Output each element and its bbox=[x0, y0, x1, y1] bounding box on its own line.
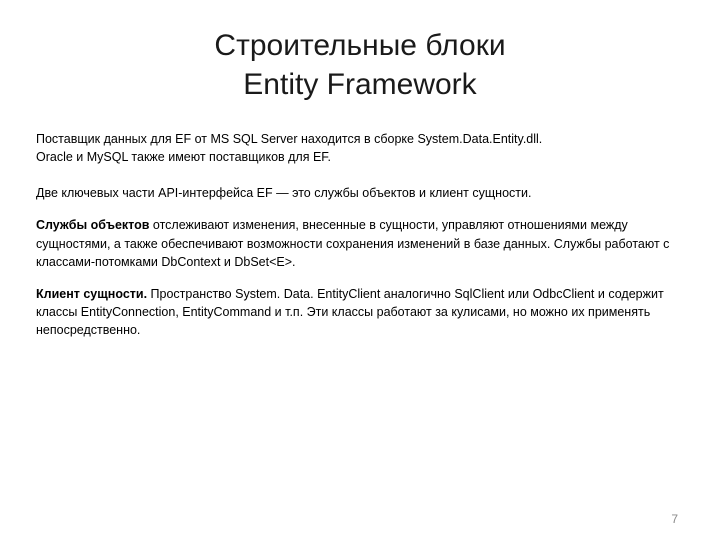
p1-line-a: Поставщик данных для EF от MS SQL Server… bbox=[36, 132, 542, 146]
title-line-2: Entity Framework bbox=[243, 68, 476, 101]
slide-title: Строительные блоки Entity Framework bbox=[36, 26, 684, 104]
paragraph-4: Клиент сущности. Пространство System. Da… bbox=[36, 285, 684, 339]
paragraph-2: Две ключевых части API-интерфейса EF — э… bbox=[36, 184, 684, 202]
p3-bold: Службы объектов bbox=[36, 218, 149, 232]
p2-text: Две ключевых части API-интерфейса EF — э… bbox=[36, 186, 531, 200]
p4-bold: Клиент сущности. bbox=[36, 287, 147, 301]
body: Поставщик данных для EF от MS SQL Server… bbox=[36, 130, 684, 339]
p1-line-b: Oracle и MySQL также имеют поставщиков д… bbox=[36, 150, 331, 164]
page-number: 7 bbox=[671, 512, 678, 526]
paragraph-1: Поставщик данных для EF от MS SQL Server… bbox=[36, 130, 684, 166]
paragraph-3: Службы объектов отслеживают изменения, в… bbox=[36, 216, 684, 270]
title-line-1: Строительные блоки bbox=[214, 29, 505, 62]
